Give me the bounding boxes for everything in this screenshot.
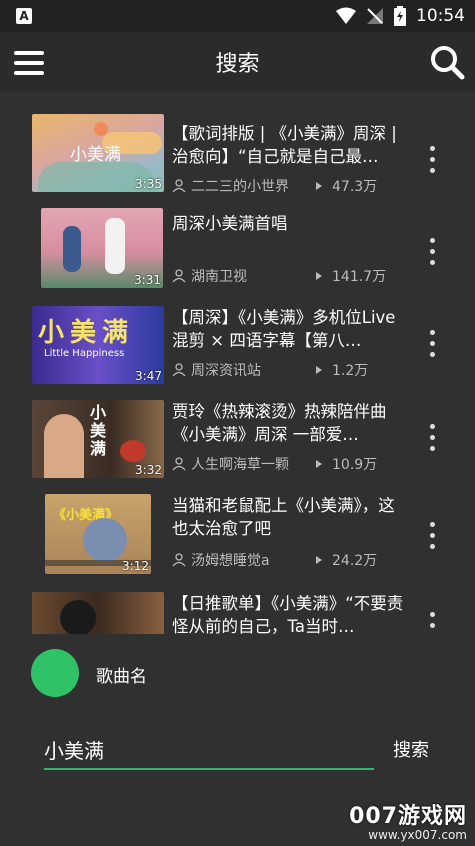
app-bar: 搜索 [0, 32, 475, 92]
video-title[interactable]: 【周深】《小美满》多机位Live混剪 × 四语字幕【第八… [172, 306, 408, 352]
video-title[interactable]: 周深小美满首唱 [172, 212, 408, 235]
video-thumbnail[interactable]: 小美满 3:35 [32, 114, 164, 192]
thumbnail-subtext: Little Happiness [44, 348, 125, 359]
user-icon [172, 363, 186, 377]
video-title[interactable]: 【日推歌单】《小美满》“不要责怪从前的自己，Ta当时… [172, 592, 408, 634]
more-options-icon[interactable] [423, 238, 441, 268]
video-meta: 汤姆想睡觉a 24.2万 [172, 550, 408, 570]
uploader-name: 人生啊海草一颗 [191, 457, 289, 473]
search-icon[interactable] [429, 44, 465, 80]
watermark-url: www.yx007.com [368, 828, 467, 842]
duration-label: 3:31 [134, 273, 161, 287]
video-thumbnail[interactable]: 小美满 3:32 [32, 400, 164, 478]
thumbnail-text: 小美满 [90, 403, 107, 458]
duration-label: 3:35 [135, 177, 162, 191]
video-title[interactable]: 当猫和老鼠配上《小美满》，这也太治愈了吧 [172, 494, 408, 540]
play-count-icon [316, 182, 322, 190]
battery-charging-icon [394, 6, 406, 26]
video-thumbnail[interactable]: 小美满 Little Happiness 3:47 [32, 306, 164, 384]
wifi-icon [336, 7, 356, 24]
status-bar: A 10:54 [0, 0, 475, 32]
play-count-icon [316, 272, 322, 280]
more-options-icon[interactable] [423, 330, 441, 360]
uploader-name: 二二三的小世界 [191, 179, 289, 195]
user-icon [172, 269, 186, 283]
app-notification-icon: A [16, 8, 32, 24]
play-count-icon [316, 366, 322, 374]
video-meta: 周深资讯站 1.2万 [172, 360, 408, 380]
play-count-icon [316, 556, 322, 564]
user-icon [172, 457, 186, 471]
thumbnail-text: 小美满 [38, 318, 135, 348]
status-icons: 10:54 [336, 0, 465, 32]
status-time: 10:54 [416, 6, 465, 26]
duration-label: 3:47 [135, 369, 162, 383]
uploader-name: 汤姆想睡觉a [191, 553, 270, 569]
duration-label: 3:12 [122, 559, 149, 573]
view-count: 1.2万 [332, 363, 369, 379]
signal-icon [367, 8, 383, 24]
view-count: 10.9万 [332, 457, 378, 473]
list-item[interactable]: 3:31 周深小美满首唱 湖南卫视 141.7万 [0, 208, 475, 302]
watermark: 007游戏网 www.yx007.com [349, 798, 467, 842]
avatar[interactable] [31, 649, 79, 697]
list-item[interactable]: 小美满 3:32 贾玲《热辣滚烫》热辣陪伴曲 《小美满》周深 一部爱… 人生啊海… [0, 400, 475, 494]
uploader: 湖南卫视 [172, 266, 314, 286]
video-thumbnail[interactable]: 《小美满》 3:12 [45, 494, 151, 574]
list-item[interactable]: 《小美满》 3:12 当猫和老鼠配上《小美满》，这也太治愈了吧 汤姆想睡觉a 2… [0, 494, 475, 588]
hamburger-icon[interactable] [14, 50, 44, 76]
uploader: 二二三的小世界 [172, 176, 314, 196]
view-count: 47.3万 [332, 179, 378, 195]
views: 141.7万 [314, 266, 386, 286]
views: 1.2万 [314, 360, 368, 380]
play-count-icon [316, 460, 322, 468]
video-meta: 二二三的小世界 47.3万 [172, 176, 408, 196]
duration-label: 3:32 [135, 463, 162, 477]
views: 47.3万 [314, 176, 377, 196]
views: 24.2万 [314, 550, 377, 570]
uploader: 周深资讯站 [172, 360, 314, 380]
uploader-name: 湖南卫视 [191, 269, 247, 285]
more-options-icon[interactable] [423, 424, 441, 454]
user-icon [172, 553, 186, 567]
view-count: 24.2万 [332, 553, 378, 569]
more-options-icon[interactable] [423, 146, 441, 176]
uploader-name: 周深资讯站 [191, 363, 261, 379]
song-name-label: 歌曲名 [96, 667, 147, 687]
search-input[interactable] [44, 732, 374, 770]
video-thumbnail[interactable]: 3:31 [41, 208, 163, 288]
watermark-main: 007游戏网 [349, 804, 467, 829]
search-button[interactable]: 搜索 [393, 736, 429, 762]
video-thumbnail[interactable] [32, 592, 164, 634]
song-row[interactable]: 歌曲名 [0, 640, 475, 704]
more-options-icon[interactable] [423, 522, 441, 552]
uploader: 汤姆想睡觉a [172, 550, 314, 570]
thumbnail-text: 小美满 [70, 145, 121, 165]
more-options-icon[interactable] [423, 612, 441, 634]
list-item[interactable]: 小美满 Little Happiness 3:47 【周深】《小美满》多机位Li… [0, 306, 475, 400]
list-item[interactable]: 【日推歌单】《小美满》“不要责怪从前的自己，Ta当时… [0, 592, 475, 634]
user-icon [172, 179, 186, 193]
views: 10.9万 [314, 454, 377, 474]
video-meta: 湖南卫视 141.7万 [172, 266, 408, 286]
list-item[interactable]: 小美满 3:35 【歌词排版 | 《小美满》周深 | 治愈向】“自己就是自己最…… [0, 114, 475, 208]
page-title: 搜索 [215, 52, 260, 77]
search-bar: 搜索 [0, 720, 475, 780]
video-title[interactable]: 【歌词排版 | 《小美满》周深 | 治愈向】“自己就是自己最… [172, 122, 408, 168]
results-list[interactable]: 小美满 3:35 【歌词排版 | 《小美满》周深 | 治愈向】“自己就是自己最…… [0, 108, 475, 634]
view-count: 141.7万 [332, 269, 387, 285]
uploader: 人生啊海草一颗 [172, 454, 314, 474]
video-meta: 人生啊海草一颗 10.9万 [172, 454, 408, 474]
video-title[interactable]: 贾玲《热辣滚烫》热辣陪伴曲 《小美满》周深 一部爱… [172, 400, 408, 446]
